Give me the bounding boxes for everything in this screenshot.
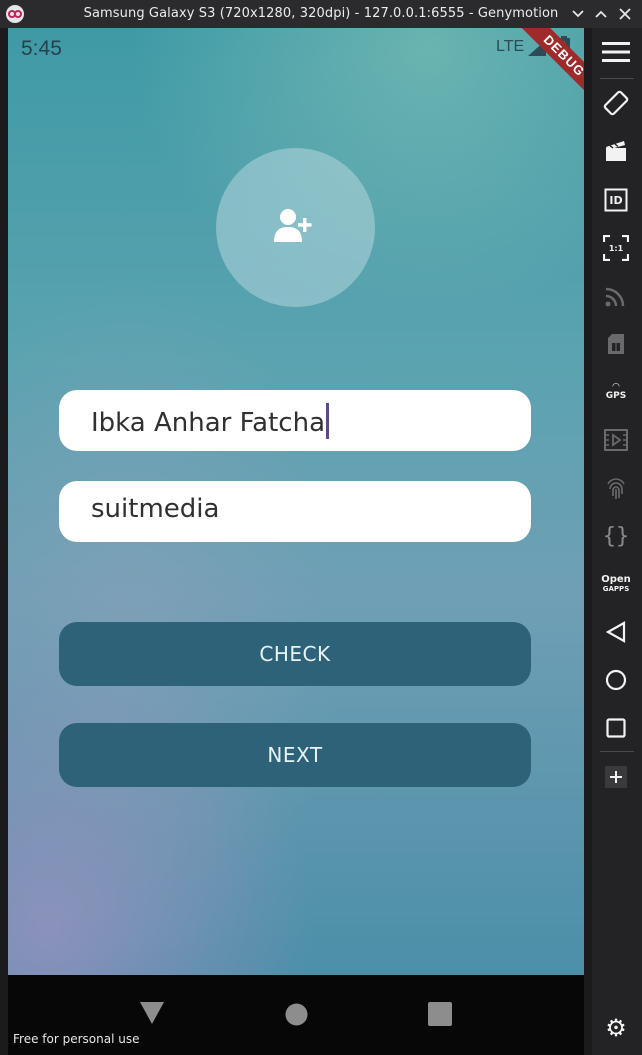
palindrome-input-value: suitmedia: [91, 494, 220, 524]
text-caret: [326, 403, 329, 439]
window-titlebar: Samsung Galaxy S3 (720x1280, 320dpi) - 1…: [0, 0, 642, 28]
recents-nav-icon[interactable]: [602, 714, 630, 742]
palindrome-input[interactable]: suitmedia: [59, 481, 531, 542]
cast-icon[interactable]: [602, 282, 630, 310]
back-nav-icon[interactable]: [602, 618, 630, 646]
add-user-icon: [274, 209, 312, 242]
gps-label: GPS: [605, 391, 627, 401]
menu-icon[interactable]: [602, 38, 630, 66]
gps-icon[interactable]: ◠ GPS: [602, 378, 630, 406]
name-input-value: Ibka Anhar Fatcha: [91, 408, 325, 438]
fingerprint-icon[interactable]: [602, 474, 630, 502]
name-input[interactable]: Ibka Anhar Fatcha: [59, 390, 531, 451]
pixel-ratio-icon[interactable]: 1:1: [602, 234, 630, 262]
home-nav-icon[interactable]: [602, 666, 630, 694]
settings-gear-icon[interactable]: ⚙: [602, 1014, 630, 1042]
close-icon[interactable]: [616, 5, 634, 23]
watermark-text: Free for personal use: [13, 1032, 140, 1046]
device-id-label: ID: [609, 193, 623, 207]
video-icon[interactable]: [602, 426, 630, 454]
check-button[interactable]: CHECK: [59, 622, 531, 686]
window-title: Samsung Galaxy S3 (720x1280, 320dpi) - 1…: [83, 6, 559, 21]
network-type: LTE: [496, 38, 525, 55]
open-gapps-label: Open: [601, 573, 631, 585]
open-gapps-icon[interactable]: Open GAPPS: [601, 570, 631, 598]
next-button[interactable]: NEXT: [59, 723, 531, 787]
capture-icon[interactable]: [602, 137, 630, 165]
chevron-up-icon[interactable]: [592, 5, 610, 23]
code-braces-icon[interactable]: {}: [602, 522, 630, 550]
add-widget-icon[interactable]: [602, 763, 630, 791]
toolbar-divider: [600, 78, 634, 79]
recents-icon[interactable]: [428, 1002, 452, 1026]
chevron-down-icon[interactable]: [569, 5, 587, 23]
emulator-toolbar: ID 1:1 ◠ GPS {} Open GAPPS ⚙: [592, 28, 642, 1055]
status-time: 5:45: [21, 37, 62, 60]
toolbar-divider: [600, 751, 634, 752]
app-screen: 5:45 LTE DEBUG Ibka Anhar Fatcha suitmed…: [8, 28, 584, 975]
home-icon[interactable]: [285, 1003, 308, 1026]
gapps-label: GAPPS: [602, 584, 630, 593]
back-icon[interactable]: [139, 1001, 165, 1025]
sim-card-icon[interactable]: [602, 330, 630, 358]
device-id-icon[interactable]: ID: [602, 186, 630, 214]
avatar-add-button[interactable]: [216, 148, 375, 307]
pixel-ratio-label: 1:1: [608, 243, 624, 253]
rotate-icon[interactable]: [602, 89, 630, 117]
